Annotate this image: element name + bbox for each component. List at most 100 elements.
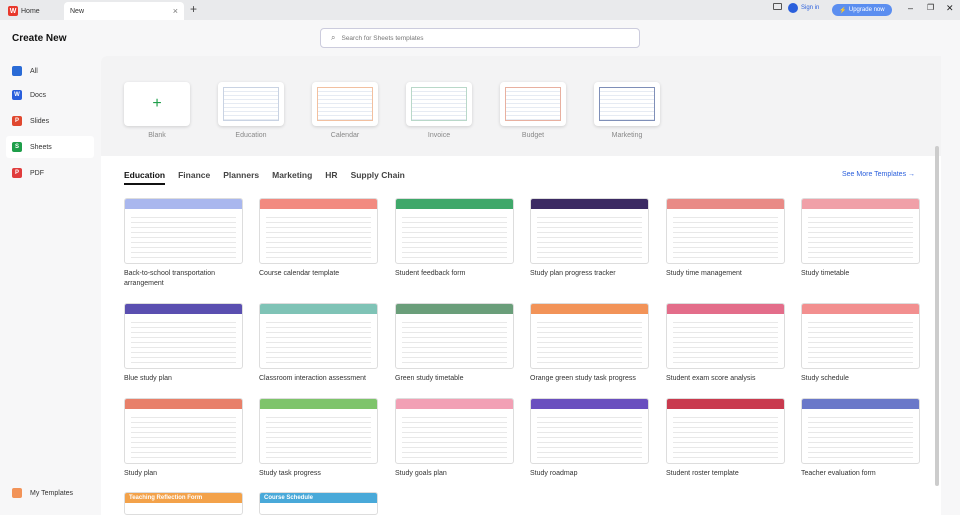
tab-hr[interactable]: HR: [325, 170, 337, 185]
upgrade-button[interactable]: ⚡ Upgrade now: [832, 4, 892, 16]
scrollbar[interactable]: [935, 146, 939, 486]
template-card[interactable]: [530, 398, 649, 464]
education-thumbnail: [223, 87, 279, 121]
template-name[interactable]: Teacher evaluation form: [801, 469, 923, 479]
signin-button[interactable]: Sign in: [788, 3, 819, 13]
template-thumbnail: [808, 213, 913, 259]
sidebar-item-label: PDF: [30, 169, 44, 177]
template-name[interactable]: Orange green study task progress: [530, 374, 652, 384]
template-name[interactable]: Back-to-school transportation arrangemen…: [124, 269, 246, 289]
template-card[interactable]: [124, 398, 243, 464]
template-card[interactable]: [666, 303, 785, 369]
template-thumbnail: [673, 413, 778, 459]
templates-icon: [12, 488, 22, 498]
template-card[interactable]: Course Schedule: [259, 492, 378, 515]
budget-label: Budget: [521, 132, 545, 139]
close-window-icon[interactable]: ✕: [946, 3, 954, 14]
template-name[interactable]: Study plan: [124, 469, 246, 479]
template-card[interactable]: [259, 398, 378, 464]
budget-card[interactable]: [500, 82, 566, 126]
tab-education[interactable]: Education: [124, 170, 166, 185]
sidebar-item-docs[interactable]: W Docs: [6, 84, 94, 106]
template-card[interactable]: [530, 198, 649, 264]
template-thumbnail: [131, 413, 236, 459]
template-thumbnail: [266, 318, 371, 364]
see-more-link[interactable]: See More Templates →: [842, 171, 915, 178]
sidebar-item-label: Docs: [30, 91, 46, 99]
invoice-card[interactable]: [406, 82, 472, 126]
template-name[interactable]: Student roster template: [666, 469, 788, 479]
layout-icon[interactable]: [773, 3, 782, 10]
bolt-icon: ⚡: [839, 7, 847, 14]
template-card[interactable]: [124, 303, 243, 369]
pdf-icon: P: [12, 168, 22, 178]
template-card[interactable]: [801, 398, 920, 464]
template-card[interactable]: [259, 303, 378, 369]
template-name[interactable]: Blue study plan: [124, 374, 246, 384]
template-name[interactable]: Classroom interaction assessment: [259, 374, 381, 384]
template-name[interactable]: Green study timetable: [395, 374, 517, 384]
template-thumbnail: [673, 318, 778, 364]
template-thumbnail: [266, 507, 371, 510]
template-card[interactable]: [801, 198, 920, 264]
sidebar-item-slides[interactable]: P Slides: [6, 110, 94, 132]
education-card[interactable]: [218, 82, 284, 126]
template-name[interactable]: Student feedback form: [395, 269, 517, 279]
calendar-label: Calendar: [330, 132, 360, 139]
template-card[interactable]: [666, 398, 785, 464]
template-thumbnail: [402, 318, 507, 364]
sidebar-item-pdf[interactable]: P PDF: [6, 162, 94, 184]
marketing-card[interactable]: [594, 82, 660, 126]
template-name[interactable]: Study time management: [666, 269, 788, 279]
template-card[interactable]: [395, 198, 514, 264]
search-icon: ⌕: [331, 33, 336, 42]
tab-planners[interactable]: Planners: [223, 170, 259, 185]
template-name[interactable]: Study timetable: [801, 269, 923, 279]
tab-new[interactable]: New ×: [64, 2, 184, 20]
search-placeholder: Search for Sheets templates: [341, 34, 424, 42]
sheets-icon: S: [12, 142, 22, 152]
template-thumbnail: [808, 413, 913, 459]
template-card[interactable]: [395, 303, 514, 369]
sidebar-item-all[interactable]: All: [6, 60, 94, 82]
template-card[interactable]: [124, 198, 243, 264]
blank-card[interactable]: +: [124, 82, 190, 126]
user-icon: [788, 3, 798, 13]
template-card[interactable]: [259, 198, 378, 264]
template-thumbnail: [673, 213, 778, 259]
template-header: [260, 399, 377, 409]
template-name[interactable]: Study plan progress tracker: [530, 269, 652, 279]
template-thumbnail: [537, 318, 642, 364]
template-name[interactable]: Study schedule: [801, 374, 923, 384]
template-name[interactable]: Course calendar template: [259, 269, 381, 279]
template-name[interactable]: Study roadmap: [530, 469, 652, 479]
tab-supply-chain[interactable]: Supply Chain: [351, 170, 405, 185]
template-name[interactable]: Study goals plan: [395, 469, 517, 479]
tab-finance[interactable]: Finance: [178, 170, 210, 185]
restore-icon[interactable]: ❐: [927, 3, 934, 12]
template-name[interactable]: Study task progress: [259, 469, 381, 479]
tab-marketing[interactable]: Marketing: [272, 170, 312, 185]
sidebar-item-my-templates[interactable]: My Templates: [6, 482, 94, 504]
close-tab-icon[interactable]: ×: [173, 6, 178, 16]
new-tab-icon[interactable]: +: [190, 2, 197, 16]
sidebar: Create New All W Docs P Slides S Sheets P PD…: [0, 20, 100, 515]
template-thumbnail: [131, 213, 236, 259]
template-card[interactable]: [801, 303, 920, 369]
template-name[interactable]: Student exam score analysis: [666, 374, 788, 384]
template-card[interactable]: [530, 303, 649, 369]
sidebar-item-sheets[interactable]: S Sheets: [6, 136, 94, 158]
main-panel: + Blank Education Calendar Invoice Budge…: [101, 56, 941, 515]
calendar-card[interactable]: [312, 82, 378, 126]
tab-home[interactable]: W Home: [2, 2, 60, 20]
template-header: [125, 399, 242, 409]
template-card[interactable]: [666, 198, 785, 264]
template-header: [667, 399, 784, 409]
template-card[interactable]: Teaching Reflection Form: [124, 492, 243, 515]
minimize-icon[interactable]: –: [908, 3, 913, 13]
calendar-thumbnail: [317, 87, 373, 121]
template-header: [260, 304, 377, 314]
template-thumbnail: [808, 318, 913, 364]
template-card[interactable]: [395, 398, 514, 464]
search-input[interactable]: ⌕ Search for Sheets templates: [320, 28, 640, 48]
